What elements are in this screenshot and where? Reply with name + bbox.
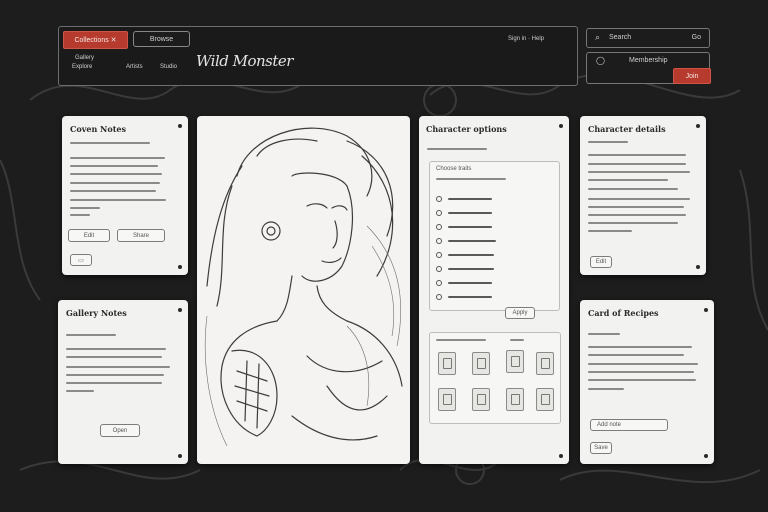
gallery-notes-card: Gallery Notes Open: [58, 300, 188, 464]
card-thumbnail-icon[interactable]: [506, 388, 524, 411]
card-thumbnail-icon[interactable]: [536, 388, 554, 411]
apply-button[interactable]: Apply: [505, 307, 535, 319]
radio-icon[interactable]: [436, 252, 442, 258]
card-of-recipes: Card of Recipes Add note Save: [580, 300, 714, 464]
browse-button[interactable]: Browse: [133, 31, 190, 47]
character-sketch-card[interactable]: [197, 116, 410, 464]
radio-icon[interactable]: [436, 196, 442, 202]
traits-heading: Choose traits: [436, 166, 472, 172]
card-thumbnail-icon[interactable]: [506, 350, 524, 373]
corner-dot-icon: [178, 454, 182, 458]
open-button[interactable]: Open: [100, 424, 140, 437]
character-details-card: Character details Edit: [580, 116, 706, 275]
site-logo[interactable]: Wild Monster: [196, 52, 293, 70]
edit-button[interactable]: Edit: [590, 256, 612, 268]
nav-link-gallery[interactable]: Gallery: [75, 55, 94, 61]
edit-button[interactable]: Edit: [68, 229, 110, 242]
user-icon: ◯: [596, 56, 605, 65]
collections-button[interactable]: Collections ✕: [63, 31, 128, 49]
corner-dot-icon: [696, 265, 700, 269]
signin-help-link[interactable]: Sign in · Help: [508, 36, 544, 42]
note-field[interactable]: Add note: [590, 419, 668, 431]
corner-dot-icon: [178, 265, 182, 269]
character-options-card: Character options Choose traits Apply: [419, 116, 569, 464]
search-shortcut: Go: [691, 34, 701, 41]
thumbnail-panel: [429, 332, 561, 424]
menu-dot-icon[interactable]: [559, 124, 563, 128]
radio-icon[interactable]: [436, 238, 442, 244]
nav-link-artists[interactable]: Artists: [126, 64, 143, 70]
card-thumbnail-icon[interactable]: [438, 352, 456, 375]
coven-notes-card: Coven Notes Edit Share ▭: [62, 116, 188, 275]
share-button[interactable]: Share: [117, 229, 165, 242]
menu-dot-icon[interactable]: [178, 124, 182, 128]
corner-dot-icon: [559, 454, 563, 458]
card-thumbnail-icon[interactable]: [472, 352, 490, 375]
traits-panel: Choose traits: [429, 161, 560, 311]
corner-dot-icon: [704, 454, 708, 458]
card-title: Character options: [426, 124, 507, 134]
join-button[interactable]: Join: [673, 68, 711, 84]
card-title: Gallery Notes: [66, 308, 127, 318]
card-thumbnail-icon[interactable]: [536, 352, 554, 375]
menu-dot-icon[interactable]: [696, 124, 700, 128]
search-box[interactable]: ⌕ Search Go: [586, 28, 710, 48]
nav-link-explore[interactable]: Explore: [72, 64, 92, 70]
menu-dot-icon[interactable]: [704, 308, 708, 312]
card-thumbnail-icon[interactable]: [438, 388, 456, 411]
radio-icon[interactable]: [436, 266, 442, 272]
card-thumbnail-icon[interactable]: [472, 388, 490, 411]
save-button[interactable]: Save: [590, 442, 612, 454]
expand-icon[interactable]: ▭: [70, 254, 92, 266]
radio-icon[interactable]: [436, 224, 442, 230]
account-label: Membership: [629, 57, 668, 64]
radio-icon[interactable]: [436, 280, 442, 286]
nav-link-studio[interactable]: Studio: [160, 64, 177, 70]
card-title: Character details: [588, 124, 666, 134]
radio-icon[interactable]: [436, 294, 442, 300]
search-placeholder: Search: [609, 34, 632, 41]
card-title: Coven Notes: [70, 124, 126, 134]
card-title: Card of Recipes: [588, 308, 659, 318]
warrior-woman-illustration: [204, 127, 403, 447]
radio-icon[interactable]: [436, 210, 442, 216]
search-icon: ⌕: [595, 32, 601, 42]
menu-dot-icon[interactable]: [178, 308, 182, 312]
